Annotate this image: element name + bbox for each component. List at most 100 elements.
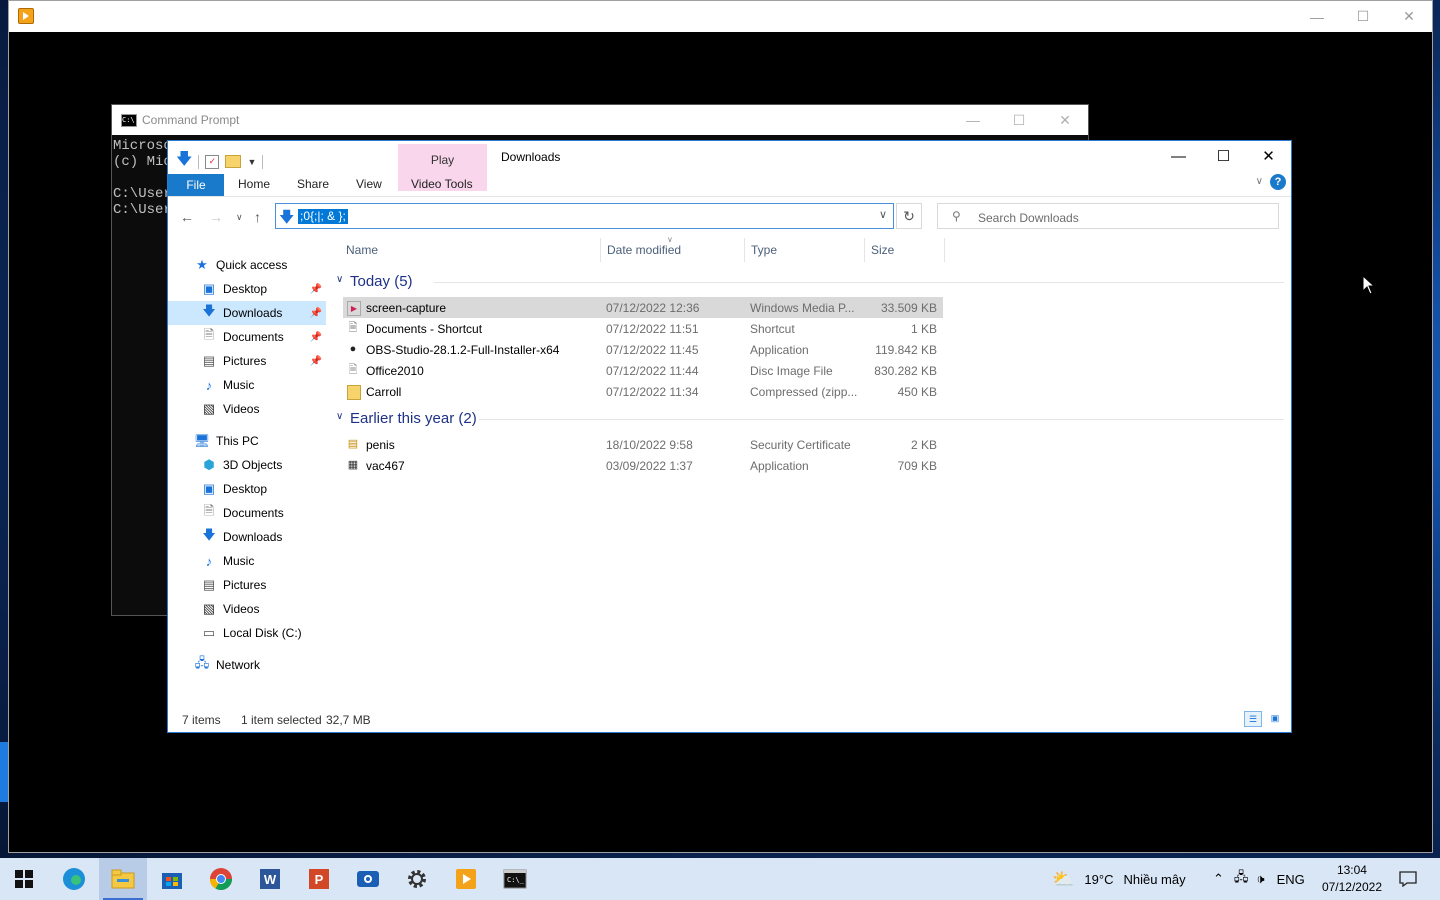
nav-pc-pictures[interactable]: ▤ Pictures bbox=[168, 573, 326, 597]
file-row[interactable]: 🗎 Documents - Shortcut 07/12/2022 11:51 … bbox=[343, 318, 943, 339]
details-view-icon[interactable]: ☰ bbox=[1244, 711, 1262, 727]
maximize-icon[interactable]: ☐ bbox=[1201, 141, 1246, 171]
nav-pc-music[interactable]: ♪ Music bbox=[168, 549, 326, 573]
new-folder-icon[interactable] bbox=[225, 155, 242, 168]
search-box[interactable]: ⚲ Search Downloads bbox=[937, 203, 1279, 229]
large-icons-view-icon[interactable]: ▣ bbox=[1266, 711, 1284, 727]
refresh-icon[interactable]: ↻ bbox=[896, 203, 922, 229]
desktop-icon: ▣ bbox=[202, 281, 216, 296]
nav-qa-pictures[interactable]: ▤ Pictures 📌 bbox=[168, 349, 326, 373]
file-explorer-taskbar-button[interactable] bbox=[99, 858, 147, 900]
nav-label: Music bbox=[223, 378, 255, 392]
file-row[interactable]: 🗎 Office2010 07/12/2022 11:44 Disc Image… bbox=[343, 360, 943, 381]
cmd-title-bar[interactable]: C:\ Command Prompt — ☐ ✕ bbox=[112, 105, 1088, 135]
customize-toolbar-icon[interactable]: ▼ bbox=[247, 157, 256, 167]
powerpoint-taskbar-button[interactable]: P bbox=[295, 858, 343, 900]
address-dropdown-icon[interactable]: ∨ bbox=[879, 208, 887, 221]
forward-arrow-icon[interactable]: → bbox=[209, 209, 223, 225]
cmd-close-icon[interactable]: ✕ bbox=[1042, 105, 1088, 135]
file-row[interactable]: ▦ vac467 03/09/2022 1:37 Application 709… bbox=[343, 455, 943, 476]
column-divider[interactable] bbox=[744, 238, 745, 262]
show-hidden-icons-icon[interactable]: ⌃ bbox=[1213, 871, 1224, 887]
column-divider[interactable] bbox=[864, 238, 865, 262]
nav-qa-videos[interactable]: ▧ Videos bbox=[168, 397, 326, 421]
nav-qa-desktop[interactable]: ▣ Desktop 📌 bbox=[168, 277, 326, 301]
column-header-type[interactable]: Type bbox=[751, 243, 777, 257]
command-prompt-taskbar-button[interactable]: C:\_ bbox=[491, 858, 539, 900]
edge-icon bbox=[63, 868, 85, 890]
store-taskbar-button[interactable] bbox=[148, 858, 196, 900]
toolbar-separator bbox=[198, 154, 200, 169]
tab-home[interactable]: Home bbox=[238, 177, 270, 191]
column-header-size[interactable]: Size bbox=[871, 243, 894, 257]
explorer-title-bar[interactable]: 🡇 ✓ ▼ Play Downloads — ☐ ✕ bbox=[168, 141, 1291, 191]
address-input[interactable]: ;0{;|; & }; bbox=[298, 209, 348, 224]
file-row[interactable]: Carroll 07/12/2022 11:34 Compressed (zip… bbox=[343, 381, 943, 402]
tab-video-tools[interactable]: Video Tools bbox=[411, 177, 473, 191]
up-arrow-icon[interactable]: ↑ bbox=[254, 209, 261, 225]
videos-icon: ▧ bbox=[202, 601, 216, 616]
properties-icon[interactable]: ✓ bbox=[205, 154, 220, 169]
tab-view[interactable]: View bbox=[356, 177, 382, 191]
volume-icon[interactable]: 🕩 bbox=[1256, 871, 1264, 887]
nav-quick-access[interactable]: ★ Quick access bbox=[168, 253, 326, 277]
notifications-button[interactable] bbox=[1384, 858, 1432, 900]
column-divider[interactable] bbox=[600, 238, 601, 262]
nav-pc-downloads[interactable]: 🡇 Downloads bbox=[168, 525, 326, 549]
close-icon[interactable]: ✕ bbox=[1386, 1, 1432, 32]
language-indicator[interactable]: ENG bbox=[1277, 872, 1305, 887]
file-type: Application bbox=[750, 459, 809, 473]
pictures-icon: ▤ bbox=[202, 353, 216, 368]
maximize-icon[interactable]: ☐ bbox=[1340, 1, 1386, 32]
downloads-icon: 🡇 bbox=[202, 303, 216, 318]
file-size: 119.842 KB bbox=[875, 343, 937, 357]
group-label: Today (5) bbox=[350, 273, 413, 290]
cmd-maximize-icon[interactable]: ☐ bbox=[996, 105, 1042, 135]
media-player-taskbar-button[interactable] bbox=[442, 858, 490, 900]
3d-objects-icon: ⬢ bbox=[203, 457, 215, 472]
cmd-minimize-icon[interactable]: — bbox=[950, 105, 996, 135]
edge-taskbar-button[interactable] bbox=[50, 858, 98, 900]
nav-network[interactable]: 🖧 Network bbox=[168, 653, 326, 677]
nav-pc-local-disk[interactable]: ▭ Local Disk (C:) bbox=[168, 621, 326, 645]
cmd-app-icon: C:\ bbox=[121, 114, 137, 127]
chrome-taskbar-button[interactable] bbox=[197, 858, 245, 900]
file-row[interactable]: ▶ screen-capture 07/12/2022 12:36 Window… bbox=[343, 297, 943, 318]
tab-share[interactable]: Share bbox=[297, 177, 329, 191]
nav-pc-documents[interactable]: 🗎 Documents bbox=[168, 501, 326, 525]
word-taskbar-button[interactable]: W bbox=[246, 858, 294, 900]
nav-pc-3d-objects[interactable]: ⬢ 3D Objects bbox=[168, 453, 326, 477]
group-header-earlier[interactable]: ∨ Earlier this year (2) bbox=[334, 408, 1284, 430]
nav-qa-downloads[interactable]: 🡇 Downloads 📌 bbox=[168, 301, 326, 325]
camera-taskbar-button[interactable] bbox=[344, 858, 392, 900]
back-arrow-icon[interactable]: ← bbox=[180, 209, 194, 225]
address-bar[interactable]: 🡇 ;0{;|; & }; ∨ bbox=[275, 203, 894, 229]
nav-qa-documents[interactable]: 🗎 Documents 📌 bbox=[168, 325, 326, 349]
help-icon[interactable]: ? bbox=[1270, 174, 1286, 190]
clock[interactable]: 13:04 07/12/2022 bbox=[1322, 862, 1382, 896]
minimize-icon[interactable]: — bbox=[1156, 141, 1201, 171]
settings-taskbar-button[interactable] bbox=[393, 858, 441, 900]
network-icon[interactable]: 🖧 bbox=[1234, 868, 1249, 890]
group-header-today[interactable]: ∨ Today (5) bbox=[334, 271, 1284, 293]
nav-qa-music[interactable]: ♪ Music bbox=[168, 373, 326, 397]
player-title-bar[interactable]: — ☐ ✕ bbox=[9, 1, 1432, 32]
nav-pc-desktop[interactable]: ▣ Desktop bbox=[168, 477, 326, 501]
nav-pc-videos[interactable]: ▧ Videos bbox=[168, 597, 326, 621]
file-row[interactable]: ● OBS-Studio-28.1.2-Full-Installer-x64 0… bbox=[343, 339, 943, 360]
weather-widget[interactable]: ⛅ 19°C Nhiều mây bbox=[1052, 858, 1186, 900]
shortcut-icon: 🗎 bbox=[348, 322, 358, 334]
column-header-name[interactable]: Name bbox=[346, 243, 378, 257]
minimize-icon[interactable]: — bbox=[1294, 1, 1340, 32]
close-icon[interactable]: ✕ bbox=[1246, 141, 1291, 171]
expand-ribbon-icon[interactable]: ∨ bbox=[1256, 176, 1263, 187]
nav-label: Local Disk (C:) bbox=[223, 626, 302, 640]
tab-file[interactable]: File bbox=[168, 174, 224, 196]
column-divider[interactable] bbox=[944, 238, 945, 262]
recent-locations-icon[interactable]: ∨ bbox=[236, 212, 243, 223]
file-row[interactable]: ▤ penis 18/10/2022 9:58 Security Certifi… bbox=[343, 434, 943, 455]
column-header-date[interactable]: Date modified bbox=[607, 243, 681, 257]
nav-this-pc[interactable]: 🖥 This PC bbox=[168, 429, 326, 453]
start-button[interactable] bbox=[0, 858, 48, 900]
nav-label: Downloads bbox=[223, 306, 283, 320]
